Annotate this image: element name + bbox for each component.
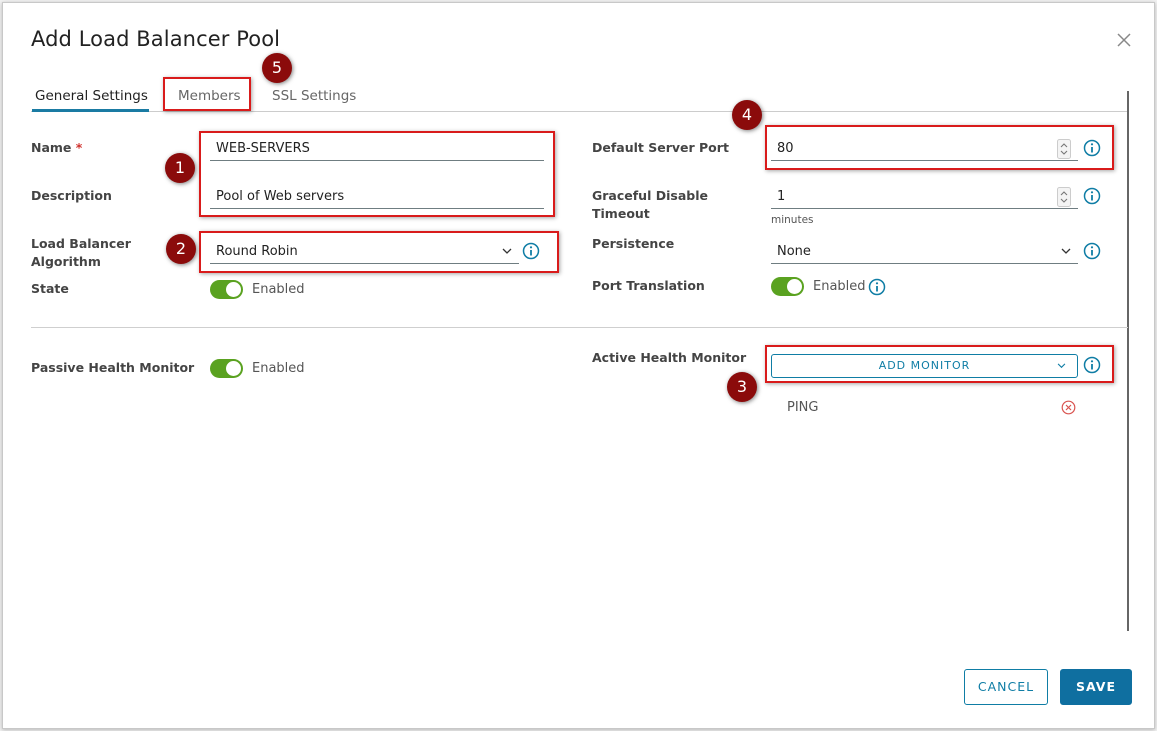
passive-monitor-toggle-text: Enabled xyxy=(252,361,305,376)
description-label: Description xyxy=(31,188,112,203)
add-pool-dialog: Add Load Balancer Pool General Settings … xyxy=(2,2,1155,729)
tab-members[interactable]: Members xyxy=(178,88,241,104)
info-icon[interactable] xyxy=(868,278,886,296)
info-icon[interactable] xyxy=(522,242,540,260)
port-translation-label: Port Translation xyxy=(592,278,705,293)
name-input[interactable]: WEB-SERVERS xyxy=(210,137,544,161)
spinner-icon[interactable] xyxy=(1057,139,1071,159)
info-icon[interactable] xyxy=(1083,187,1101,205)
persistence-label: Persistence xyxy=(592,236,675,251)
spinner-icon[interactable] xyxy=(1057,187,1071,207)
chevron-down-icon xyxy=(1061,248,1071,254)
port-label: Default Server Port xyxy=(592,140,729,155)
passive-monitor-toggle[interactable] xyxy=(210,359,243,378)
chevron-down-icon xyxy=(502,248,512,254)
name-label: Name * xyxy=(31,140,83,155)
annotation-marker-1: 1 xyxy=(165,153,195,183)
port-value: 80 xyxy=(777,141,794,156)
algorithm-select[interactable]: Round Robin xyxy=(210,240,519,264)
port-translation-toggle[interactable] xyxy=(771,277,804,296)
state-toggle-text: Enabled xyxy=(252,282,305,297)
description-input[interactable]: Pool of Web servers xyxy=(210,185,544,209)
port-translation-toggle-text: Enabled xyxy=(813,279,866,294)
close-icon[interactable] xyxy=(1113,29,1135,51)
remove-circle-icon[interactable] xyxy=(1061,400,1076,415)
monitor-item-ping: PING xyxy=(787,400,819,415)
algorithm-label: Load Balancer Algorithm xyxy=(31,236,131,269)
add-monitor-label: ADD MONITOR xyxy=(878,359,971,372)
info-icon[interactable] xyxy=(1083,139,1101,157)
dialog-title: Add Load Balancer Pool xyxy=(31,27,281,51)
scrollbar[interactable] xyxy=(1127,91,1129,631)
annotation-marker-4: 4 xyxy=(732,100,762,130)
persistence-value: None xyxy=(777,244,811,259)
chevron-down-icon xyxy=(1057,363,1066,369)
state-toggle[interactable] xyxy=(210,280,243,299)
graceful-timeout-label: Graceful Disable Timeout xyxy=(592,188,708,221)
persistence-select[interactable]: None xyxy=(771,240,1078,264)
save-button[interactable]: SAVE xyxy=(1060,669,1132,705)
state-label: State xyxy=(31,281,69,296)
active-tab-indicator xyxy=(32,109,149,112)
info-icon[interactable] xyxy=(1083,356,1101,374)
graceful-timeout-value: 1 xyxy=(777,189,786,204)
section-divider xyxy=(31,327,1128,328)
passive-monitor-label: Passive Health Monitor xyxy=(31,360,195,375)
annotation-marker-5: 5 xyxy=(262,53,292,83)
active-monitor-label: Active Health Monitor xyxy=(592,350,747,365)
tab-ssl-settings[interactable]: SSL Settings xyxy=(272,88,356,104)
tab-bar: General Settings Members SSL Settings xyxy=(31,81,1128,112)
required-mark: * xyxy=(75,140,83,155)
port-input[interactable]: 80 xyxy=(771,137,1078,161)
info-icon[interactable] xyxy=(1083,242,1101,260)
cancel-button[interactable]: CANCEL xyxy=(964,669,1048,705)
annotation-marker-2: 2 xyxy=(166,234,196,264)
graceful-timeout-input[interactable]: 1 xyxy=(771,185,1078,209)
add-monitor-button[interactable]: ADD MONITOR xyxy=(771,354,1078,378)
graceful-timeout-unit: minutes xyxy=(771,214,814,226)
tab-general-settings[interactable]: General Settings xyxy=(35,88,148,104)
algorithm-value: Round Robin xyxy=(216,244,298,259)
annotation-marker-3: 3 xyxy=(727,372,757,402)
